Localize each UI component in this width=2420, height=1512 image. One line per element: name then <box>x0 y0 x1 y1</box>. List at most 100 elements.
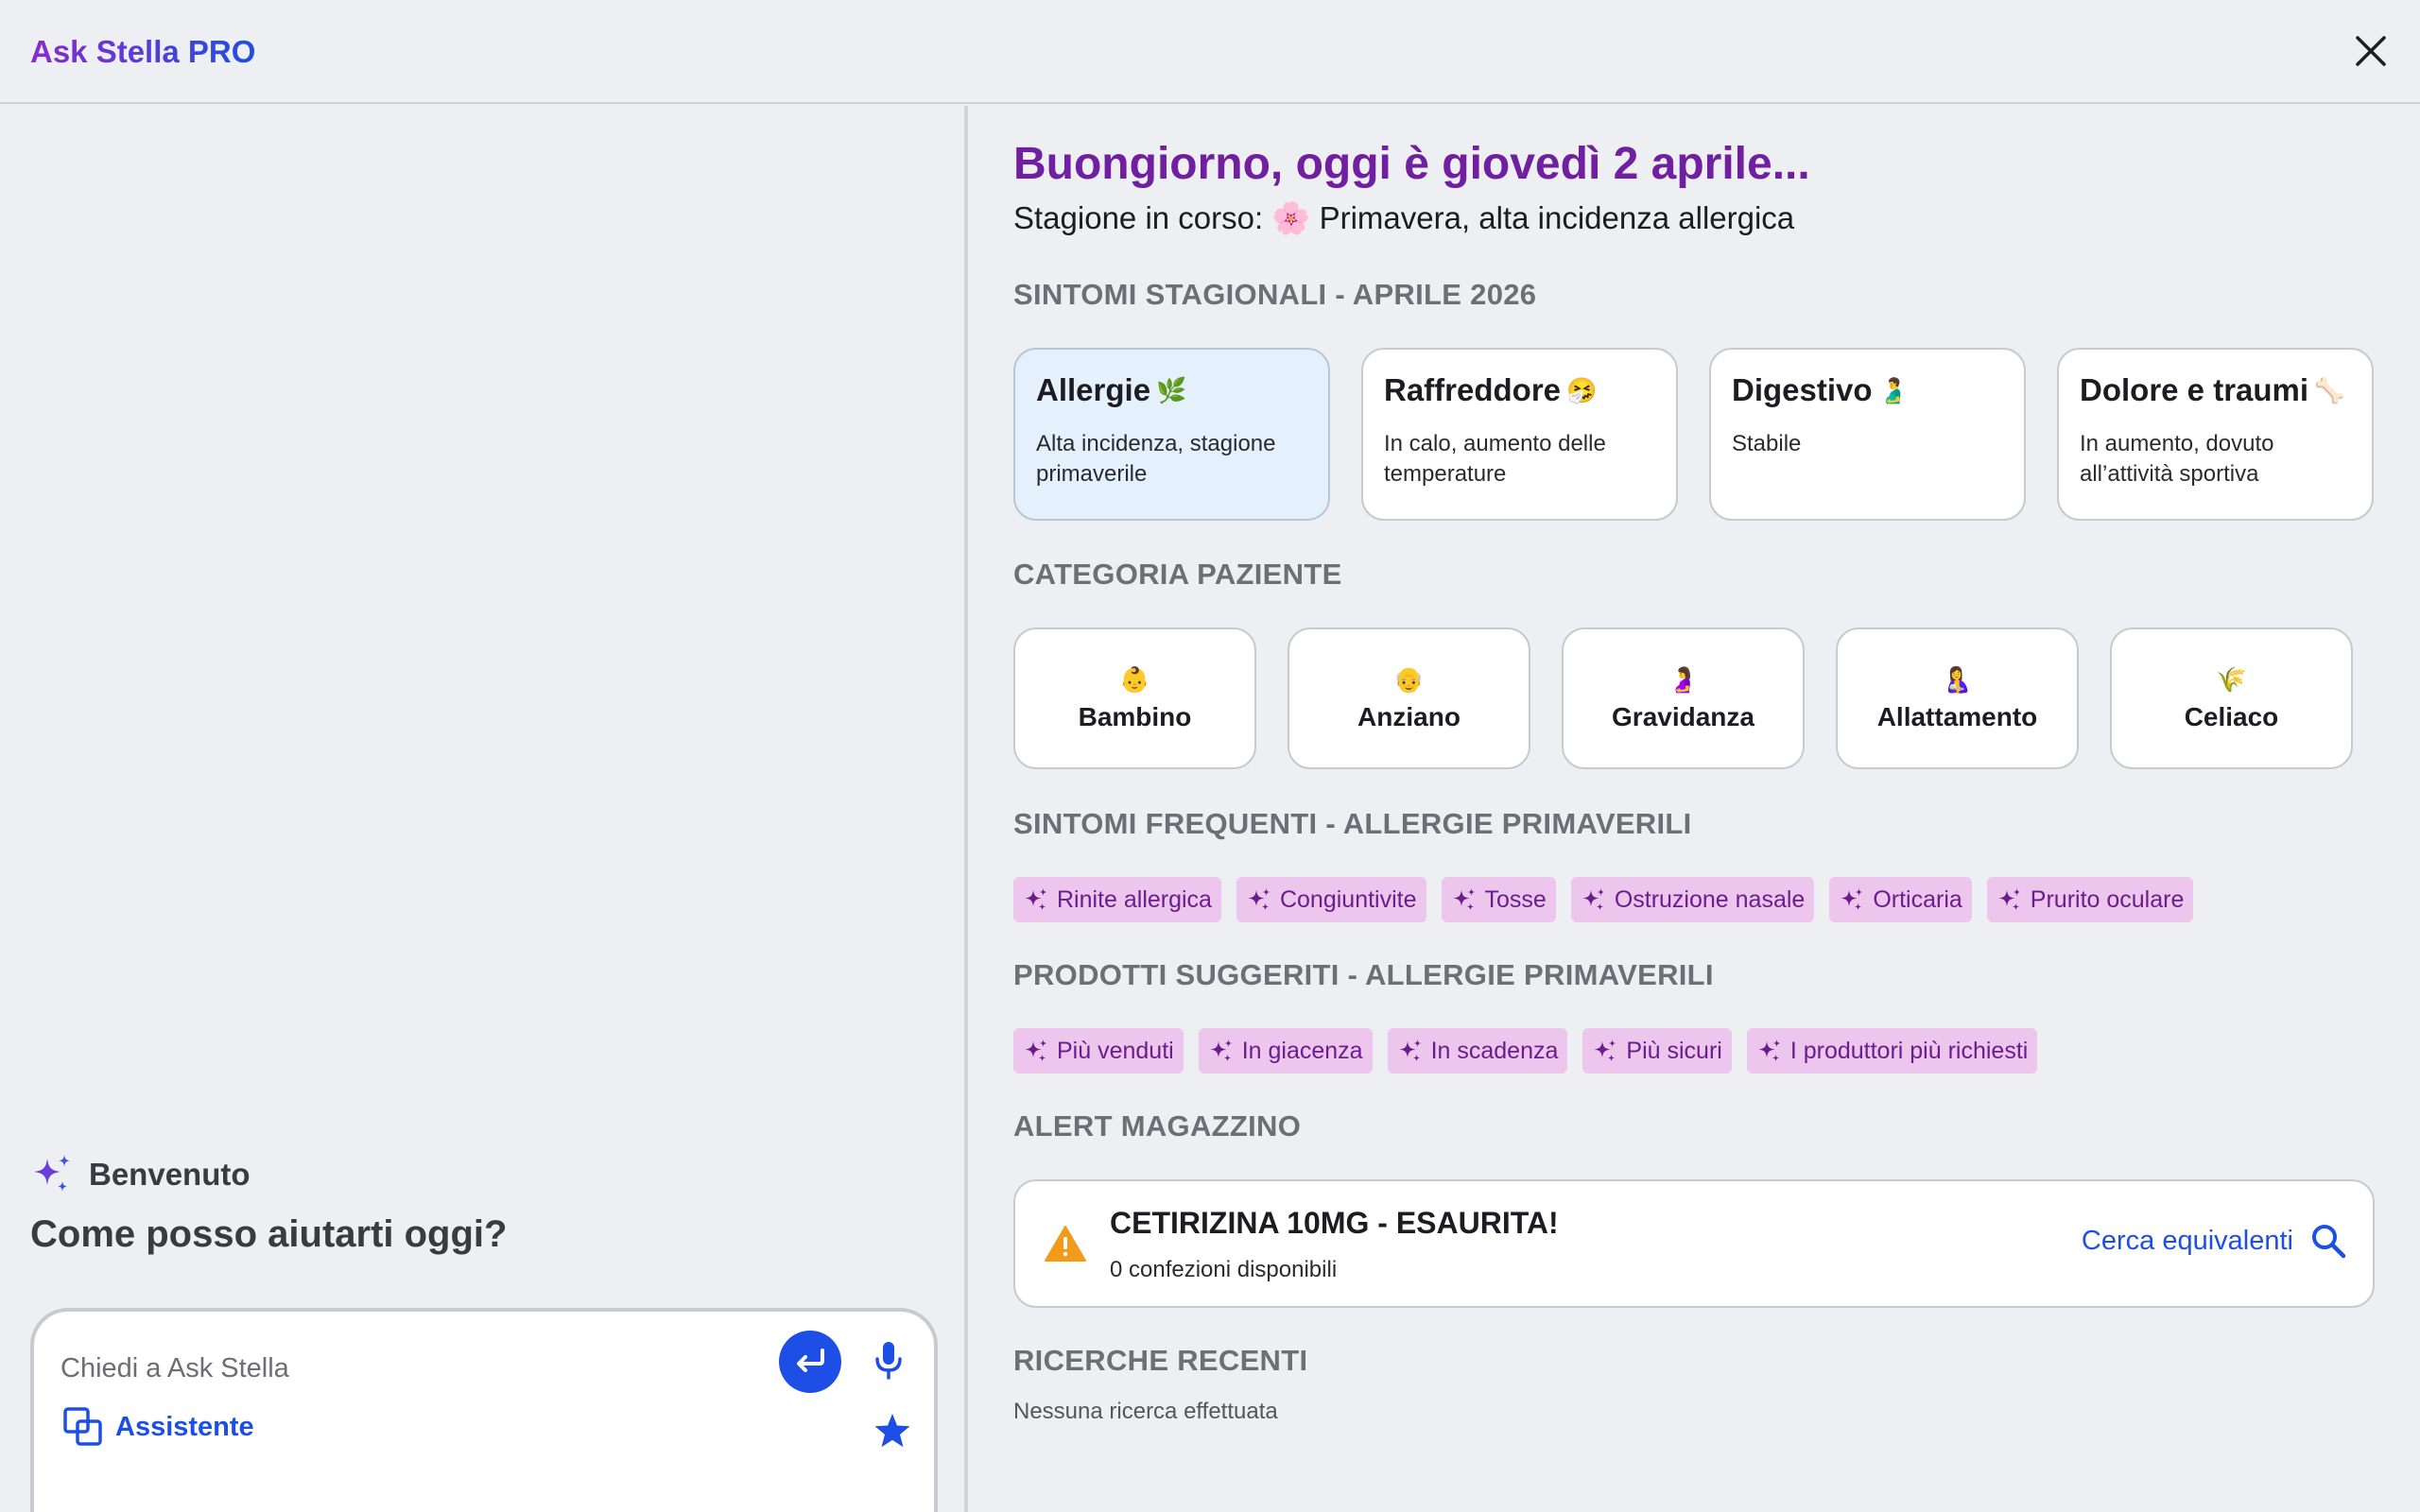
breastfeeding-icon: 🤱 <box>1942 664 1973 694</box>
stomach-icon: 🫃 <box>1877 375 1909 404</box>
section-products-title: PRODOTTI SUGGERITI - ALLERGIE PRIMAVERIL… <box>1013 958 1714 991</box>
patient-category-label: Allattamento <box>1876 701 2038 731</box>
prompt-heading: Come posso aiutarti oggi? <box>30 1213 508 1255</box>
no-gluten-icon: 🌾 <box>2216 664 2247 694</box>
sparkle-icon <box>1248 888 1270 910</box>
elderly-icon: 👴 <box>1393 664 1425 694</box>
card-description: Stabile <box>1732 431 1802 456</box>
assistant-button[interactable]: Assistente <box>62 1406 254 1448</box>
card-title: Allergie <box>1036 372 1151 407</box>
patient-category-label: Celiaco <box>2184 701 2279 731</box>
chip-label: I produttori più richiesti <box>1789 1037 2029 1064</box>
assistant-icon <box>63 1407 102 1446</box>
product-filter-chip[interactable]: In giacenza <box>1198 1028 1373 1074</box>
seasonal-card-dolore[interactable]: Dolore e traumi 🦴 In aumento, dovuto all’… <box>2057 348 2374 521</box>
chip-label: Tosse <box>1484 885 1547 913</box>
seasonal-card-raffreddore[interactable]: Raffreddore 🤧 In calo, aumento delle temp… <box>1361 348 1678 521</box>
alert-title: CETIRIZINA 10MG - ESAURITA! <box>1110 1206 1559 1240</box>
chip-label: Orticaria <box>1873 885 1962 913</box>
suggested-products-list: Più venduti In giacenza In scadenza Più … <box>1013 1028 2038 1074</box>
warning-icon <box>1045 1226 1086 1262</box>
patient-category-bambino[interactable]: 👶 Bambino <box>1013 627 1256 769</box>
welcome-row: Benvenuto <box>30 1153 251 1196</box>
seasonal-card-allergie[interactable]: Allergie 🌿 Alta incidenza, stagione prima… <box>1013 348 1330 521</box>
baby-icon: 👶 <box>1119 664 1150 694</box>
symptom-chip[interactable]: Rinite allergica <box>1013 877 1221 922</box>
sneezing-face-icon: 🤧 <box>1566 375 1598 404</box>
card-description: In aumento, dovuto all’attività sportiva <box>2080 431 2274 487</box>
favorites-button[interactable] <box>872 1410 913 1452</box>
star-icon <box>874 1414 910 1448</box>
sparkle-icon <box>1594 1040 1616 1061</box>
send-button[interactable] <box>779 1331 841 1393</box>
frequent-symptoms-list: Rinite allergica Congiuntivite Tosse Ost… <box>1013 877 2194 922</box>
sparkle-icon <box>1210 1040 1233 1061</box>
microphone-button[interactable] <box>870 1336 908 1385</box>
seasonal-card-digestivo[interactable]: Digestivo 🫃 Stabile <box>1709 348 2026 521</box>
section-seasonal-title: SINTOMI STAGIONALI - APRILE 2026 <box>1013 278 1537 311</box>
card-title: Dolore e traumi <box>2080 372 2309 407</box>
patient-category-celiaco[interactable]: 🌾 Celiaco <box>2110 627 2353 769</box>
pregnant-icon: 🤰 <box>1668 664 1699 694</box>
chip-label: Ostruzione nasale <box>1614 885 1806 913</box>
chat-panel: Benvenuto Come posso aiutarti oggi? Assi… <box>0 106 968 1512</box>
sparkle-icon <box>34 1155 70 1192</box>
recent-searches-empty: Nessuna ricerca effettuata <box>1013 1399 1278 1424</box>
chip-label: Più venduti <box>1057 1037 1174 1064</box>
patient-category-allattamento[interactable]: 🤱 Allattamento <box>1836 627 2079 769</box>
patient-category-anziano[interactable]: 👴 Anziano <box>1288 627 1530 769</box>
chip-label: In scadenza <box>1430 1037 1559 1064</box>
symptom-chip[interactable]: Congiuntivite <box>1236 877 1426 922</box>
patient-category-label: Anziano <box>1357 701 1461 731</box>
sparkle-icon <box>1399 1040 1422 1061</box>
card-title: Digestivo <box>1732 372 1873 407</box>
card-description: In calo, aumento delle temperature <box>1384 431 1606 487</box>
sparkle-icon <box>1025 888 1047 910</box>
chat-input[interactable] <box>60 1340 760 1397</box>
section-alerts-title: ALERT MAGAZZINO <box>1013 1109 1302 1143</box>
section-frequent-title: SINTOMI FREQUENTI - ALLERGIE PRIMAVERILI <box>1013 807 1692 840</box>
patient-category-label: Bambino <box>1078 701 1192 731</box>
chip-label: Prurito oculare <box>2030 885 2185 913</box>
bone-icon: 🦴 <box>2314 375 2345 404</box>
close-button[interactable] <box>2348 28 2394 74</box>
section-recent-title: RICERCHE RECENTI <box>1013 1344 1308 1377</box>
symptom-chip[interactable]: Ostruzione nasale <box>1570 877 1815 922</box>
card-description: Alta incidenza, stagione primaverile <box>1036 431 1276 487</box>
sparkle-icon <box>1453 888 1475 910</box>
welcome-text: Benvenuto <box>89 1157 251 1192</box>
sparkle-icon <box>1998 888 2021 910</box>
season-info: Stagione in corso: 🌸 Primavera, alta inc… <box>1013 200 1795 235</box>
app-title: Ask Stella PRO <box>30 34 256 69</box>
microphone-icon <box>875 1342 902 1380</box>
patient-category-label: Gravidanza <box>1612 701 1754 731</box>
section-patient-title: CATEGORIA PAZIENTE <box>1013 558 1342 591</box>
product-filter-chip[interactable]: Più venduti <box>1013 1028 1184 1074</box>
chat-input-box: Assistente <box>30 1308 938 1512</box>
sparkle-icon <box>1841 888 1863 910</box>
product-filter-chip[interactable]: Più sicuri <box>1582 1028 1732 1074</box>
app-header: Ask Stella PRO <box>0 0 2420 104</box>
leaf-icon: 🌿 <box>1156 375 1187 404</box>
find-equivalents-label: Cerca equivalenti <box>2081 1225 2293 1256</box>
close-icon <box>2356 36 2386 66</box>
symptom-chip[interactable]: Tosse <box>1441 877 1556 922</box>
chip-label: Rinite allergica <box>1057 885 1212 913</box>
card-title: Raffreddore <box>1384 372 1562 407</box>
assistant-label: Assistente <box>115 1411 254 1442</box>
product-filter-chip[interactable]: In scadenza <box>1387 1028 1568 1074</box>
sparkle-icon <box>1025 1040 1047 1061</box>
symptom-chip[interactable]: Orticaria <box>1829 877 1972 922</box>
sparkle-icon <box>1582 888 1605 910</box>
alert-subtitle: 0 confezioni disponibili <box>1110 1257 1338 1282</box>
search-icon <box>2312 1225 2346 1259</box>
chip-label: In giacenza <box>1241 1037 1363 1064</box>
chip-label: Congiuntivite <box>1279 885 1417 913</box>
patient-category-gravidanza[interactable]: 🤰 Gravidanza <box>1562 627 1805 769</box>
dashboard-panel: Buongiorno, oggi è giovedì 2 aprile... S… <box>972 106 2420 1512</box>
symptom-chip[interactable]: Prurito oculare <box>1986 877 2194 922</box>
stock-alert-card: CETIRIZINA 10MG - ESAURITA! 0 confezioni… <box>1013 1179 2375 1308</box>
product-filter-chip[interactable]: I produttori più richiesti <box>1746 1028 2038 1074</box>
chip-label: Più sicuri <box>1626 1037 1722 1064</box>
find-equivalents-link[interactable]: Cerca equivalenti <box>2082 1223 2346 1259</box>
